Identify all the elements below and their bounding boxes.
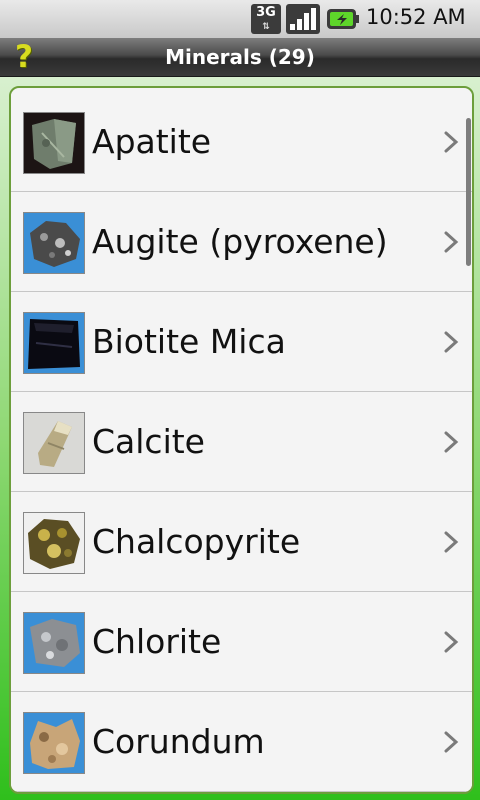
list-item-label: Chlorite [92, 622, 222, 661]
network-label: 3G [256, 5, 276, 20]
scrollbar[interactable] [466, 118, 471, 266]
signal-strength-icon [286, 4, 320, 34]
biotite-thumbnail [23, 312, 85, 374]
list-item-biotite-mica[interactable]: Biotite Mica [11, 292, 472, 392]
list-item-chlorite[interactable]: Chlorite [11, 592, 472, 692]
chevron-right-icon [444, 731, 459, 753]
chevron-right-icon [444, 431, 459, 453]
list-item-label: Chalcopyrite [92, 522, 301, 561]
list-item-label: Corundum [92, 722, 265, 761]
corundum-thumbnail [23, 712, 85, 774]
augite-thumbnail [23, 212, 85, 274]
chevron-right-icon [444, 331, 459, 353]
chalcopyrite-thumbnail [23, 512, 85, 574]
network-3g-icon: 3G ⇅ [251, 4, 281, 34]
list-item-label: Apatite [92, 122, 212, 161]
calcite-thumbnail [23, 412, 85, 474]
chevron-right-icon [444, 531, 459, 553]
list-item-calcite[interactable]: Calcite [11, 392, 472, 492]
list-item-apatite[interactable]: Apatite [11, 92, 472, 192]
list-item-label: Augite (pyroxene) [92, 222, 388, 261]
chevron-right-icon [444, 131, 459, 153]
chlorite-thumbnail [23, 612, 85, 674]
apatite-thumbnail [23, 112, 85, 174]
list-item-chalcopyrite[interactable]: Chalcopyrite [11, 492, 472, 592]
minerals-list[interactable]: Apatite Augite (pyroxene) Biotite Mica C… [9, 86, 474, 794]
title-bar: ? Minerals (29) [0, 38, 480, 77]
battery-charging-icon [327, 9, 359, 29]
status-bar: 3G ⇅ 10:52 AM [0, 0, 480, 39]
list-item-corundum[interactable]: Corundum [11, 692, 472, 792]
list-item-label: Biotite Mica [92, 322, 286, 361]
chevron-right-icon [444, 631, 459, 653]
list-item-label: Calcite [92, 422, 205, 461]
chevron-right-icon [444, 231, 459, 253]
list-item-augite[interactable]: Augite (pyroxene) [11, 192, 472, 292]
clock: 10:52 AM [366, 5, 466, 29]
page-title: Minerals (29) [165, 45, 315, 69]
